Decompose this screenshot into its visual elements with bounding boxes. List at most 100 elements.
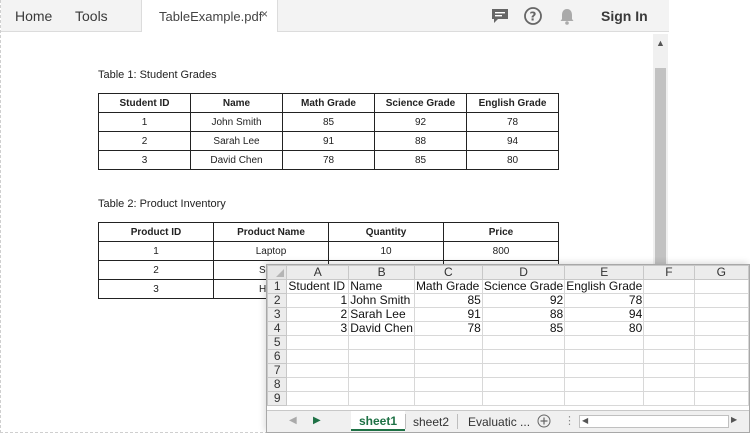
sheet-tab-evaluation[interactable]: Evaluatic ... xyxy=(468,415,530,429)
cell[interactable] xyxy=(643,391,695,406)
cell[interactable] xyxy=(481,377,566,392)
comment-icon[interactable] xyxy=(490,6,510,31)
column-header[interactable]: G xyxy=(693,265,749,280)
cell[interactable] xyxy=(413,349,483,364)
cell[interactable]: John Smith xyxy=(348,293,415,308)
help-icon[interactable]: ? xyxy=(523,6,543,31)
column-header[interactable]: E xyxy=(564,265,645,280)
cell[interactable] xyxy=(481,391,566,406)
cell[interactable]: Sarah Lee xyxy=(348,307,415,322)
column-header[interactable]: A xyxy=(286,265,350,280)
row-header[interactable]: 6 xyxy=(267,349,288,364)
nav-home[interactable]: Home xyxy=(15,8,52,24)
cell[interactable] xyxy=(693,293,749,308)
column-header[interactable]: D xyxy=(481,265,566,280)
cell[interactable] xyxy=(286,335,350,350)
cell[interactable] xyxy=(643,377,695,392)
cell[interactable]: Science Grade xyxy=(481,279,566,294)
cell[interactable] xyxy=(481,349,566,364)
cell[interactable]: 1 xyxy=(286,293,350,308)
cell[interactable] xyxy=(348,335,415,350)
cell[interactable] xyxy=(413,335,483,350)
cell[interactable] xyxy=(413,391,483,406)
row-header[interactable]: 5 xyxy=(267,335,288,350)
cell[interactable] xyxy=(693,391,749,406)
cell[interactable] xyxy=(564,391,645,406)
cell[interactable] xyxy=(693,377,749,392)
cell[interactable]: Name xyxy=(348,279,415,294)
sheet-tab-sheet2[interactable]: sheet2 xyxy=(413,415,449,429)
cell[interactable]: 85 xyxy=(413,293,483,308)
cell[interactable] xyxy=(348,377,415,392)
horizontal-scrollbar[interactable]: ◀ xyxy=(579,415,729,428)
cell[interactable] xyxy=(286,363,350,378)
options-icon[interactable]: ⋮ xyxy=(564,414,575,427)
column-header[interactable]: C xyxy=(413,265,483,280)
cell[interactable] xyxy=(286,349,350,364)
column-header[interactable]: F xyxy=(643,265,695,280)
cell[interactable] xyxy=(564,377,645,392)
add-sheet-icon[interactable] xyxy=(537,414,551,432)
cell[interactable]: Math Grade xyxy=(413,279,483,294)
cell[interactable]: 3 xyxy=(286,321,350,336)
cell[interactable] xyxy=(564,349,645,364)
cell[interactable] xyxy=(348,391,415,406)
cell[interactable] xyxy=(693,349,749,364)
cell[interactable] xyxy=(643,349,695,364)
row-header[interactable]: 7 xyxy=(267,363,288,378)
row-header[interactable]: 9 xyxy=(267,391,288,406)
cell[interactable]: 80 xyxy=(564,321,645,336)
cell[interactable] xyxy=(286,391,350,406)
cell[interactable]: Student ID xyxy=(286,279,350,294)
select-all-corner[interactable] xyxy=(267,265,288,280)
cell[interactable] xyxy=(643,307,695,322)
scroll-tabs-left-icon[interactable]: ◀ xyxy=(289,415,297,426)
column-header[interactable]: B xyxy=(348,265,415,280)
cell[interactable]: 88 xyxy=(481,307,566,322)
cell[interactable] xyxy=(481,335,566,350)
cell[interactable] xyxy=(693,335,749,350)
cell[interactable]: 85 xyxy=(481,321,566,336)
cell[interactable] xyxy=(643,293,695,308)
cell[interactable] xyxy=(413,377,483,392)
cell[interactable]: 92 xyxy=(481,293,566,308)
cell[interactable]: 2 xyxy=(286,307,350,322)
sheet-tab-sheet1[interactable]: sheet1 xyxy=(351,411,406,431)
cell[interactable] xyxy=(286,377,350,392)
cell[interactable]: 78 xyxy=(413,321,483,336)
cell[interactable] xyxy=(643,363,695,378)
sign-in-button[interactable]: Sign In xyxy=(601,8,648,24)
cell[interactable]: 91 xyxy=(413,307,483,322)
bell-icon[interactable] xyxy=(557,6,577,31)
cell[interactable] xyxy=(348,349,415,364)
cell[interactable] xyxy=(413,363,483,378)
document-tab[interactable]: TableExample.pdf × xyxy=(141,0,278,32)
cell[interactable]: 94 xyxy=(564,307,645,322)
cell[interactable] xyxy=(481,363,566,378)
scroll-left-icon[interactable]: ◀ xyxy=(582,416,588,425)
scroll-up-icon[interactable]: ▲ xyxy=(656,38,665,48)
cell[interactable] xyxy=(564,363,645,378)
row-header[interactable]: 8 xyxy=(267,377,288,392)
vertical-scrollbar[interactable]: ▲ xyxy=(653,34,668,302)
cell[interactable] xyxy=(693,307,749,322)
cell[interactable] xyxy=(643,279,695,294)
close-tab-icon[interactable]: × xyxy=(261,7,268,21)
row-header[interactable]: 1 xyxy=(267,279,288,294)
row-header[interactable]: 2 xyxy=(267,293,288,308)
cell[interactable] xyxy=(693,363,749,378)
cell[interactable] xyxy=(643,321,695,336)
cell[interactable]: English Grade xyxy=(564,279,645,294)
row-header[interactable]: 3 xyxy=(267,307,288,322)
cell[interactable] xyxy=(564,335,645,350)
cell[interactable]: David Chen xyxy=(348,321,415,336)
scroll-right-icon[interactable]: ▶ xyxy=(731,415,737,424)
cell[interactable]: 78 xyxy=(564,293,645,308)
cell[interactable] xyxy=(693,321,749,336)
cell[interactable] xyxy=(643,335,695,350)
cell[interactable] xyxy=(348,363,415,378)
nav-tools[interactable]: Tools xyxy=(75,8,108,24)
scroll-tabs-right-icon[interactable]: ▶ xyxy=(313,415,321,426)
row-header[interactable]: 4 xyxy=(267,321,288,336)
cell[interactable] xyxy=(693,279,749,294)
